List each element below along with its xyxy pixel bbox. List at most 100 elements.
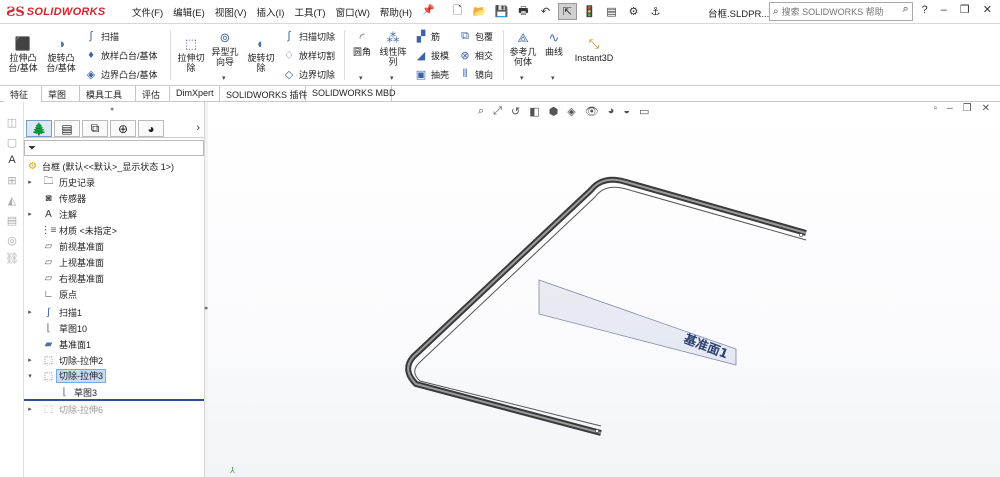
menu-help[interactable]: 帮助(H) <box>380 5 412 19</box>
tab-dimxpert[interactable]: DimXpert <box>170 86 220 102</box>
search-dropdown-icon[interactable]: ⌕ <box>902 3 908 16</box>
expand-arrow-icon[interactable]: ▸ <box>26 356 34 364</box>
draft-button[interactable]: ◢ 拔模 <box>414 47 449 63</box>
graphics-area[interactable]: ⌕ ⤢ ↺ ◧ ⬢ ◈ 👁 ◕ ◒ ▭ ▫ – ❐ ✕ 基准面1 ⅄ <box>208 102 1000 477</box>
menu-tools[interactable]: 工具(T) <box>294 5 325 19</box>
solidworks-logo[interactable]: ƧS SOLIDWORKS <box>6 4 106 20</box>
tree-item-right-plane[interactable]: ▱ 右视基准面 <box>24 270 204 286</box>
more-tabs-chevron-icon[interactable]: › <box>196 122 200 134</box>
intersect-button[interactable]: ⊗ 相交 <box>458 47 493 63</box>
tab-evaluate[interactable]: 评估 <box>136 86 170 102</box>
reference-geometry-dropdown-icon[interactable]: ▾ <box>520 74 524 82</box>
open-folder-icon[interactable]: 📂 <box>470 3 489 20</box>
curves-button[interactable]: ∿ 曲线 <box>540 30 568 57</box>
panel-grip-icon[interactable]: ● <box>110 106 114 113</box>
surface-finish-icon[interactable]: ◭ <box>4 194 20 208</box>
options-gear-icon[interactable]: ⚙ <box>624 3 643 20</box>
save-icon[interactable]: 💾 <box>492 3 511 20</box>
property-manager-tab-icon[interactable]: ▤ <box>54 120 80 137</box>
tree-item-cut-extrude3[interactable]: ▾ ⬚ 切除-拉伸3 <box>24 368 204 384</box>
smart-dimension-icon[interactable]: ◫ <box>4 116 20 130</box>
tree-item-cut-extrude6[interactable]: ▸ ⬚ 切除-拉伸6 <box>24 401 204 417</box>
part-icon[interactable]: ⚓ <box>646 3 665 20</box>
restore-icon[interactable]: ❐ <box>960 3 970 16</box>
fillet-button[interactable]: ◜ 圆角 <box>348 30 376 57</box>
configuration-manager-tab-icon[interactable]: ⧉ <box>82 120 108 137</box>
feature-tree-tab-icon[interactable]: 🌲 <box>26 120 52 137</box>
note-icon[interactable]: ▢ <box>4 136 20 150</box>
menu-insert[interactable]: 插入(I) <box>256 5 284 19</box>
tree-item-sketch10[interactable]: ⌊ 草图10 <box>24 320 204 336</box>
tree-item-sweep1[interactable]: ▸ ∫ 扫描1 <box>24 304 204 320</box>
tab-solidworks-addins[interactable]: SOLIDWORKS 插件 <box>220 86 308 102</box>
menu-edit[interactable]: 编辑(E) <box>173 5 205 19</box>
tree-item-sketch3[interactable]: ⌊ 草图3 <box>24 384 204 400</box>
tab-mold-tools[interactable]: 模具工具 <box>80 86 136 102</box>
mirror-button[interactable]: ⫴ 镜向 <box>458 66 493 82</box>
pin-icon[interactable]: 📌 <box>422 5 434 16</box>
loft-icon: ♦ <box>88 49 94 61</box>
tree-item-material[interactable]: ⋮≡ 材质 <未指定> <box>24 222 204 238</box>
menu-view[interactable]: 视图(V) <box>215 5 247 19</box>
boundary-cut-button[interactable]: ◇ 边界切除 <box>282 66 335 82</box>
curves-dropdown-icon[interactable]: ▾ <box>551 74 555 82</box>
collapse-arrow-icon[interactable]: ▾ <box>26 372 34 380</box>
print-icon[interactable]: 🖶 <box>514 3 533 20</box>
undo-icon[interactable]: ↶ <box>536 3 555 20</box>
weld-symbol-icon[interactable]: ▤ <box>4 214 20 228</box>
datum-target-icon[interactable]: ◎ <box>4 234 20 248</box>
tab-features[interactable]: 特征 <box>4 86 42 102</box>
extrude-boss-button[interactable]: ⬛ 拉伸凸 台/基体 <box>6 36 40 73</box>
tab-solidworks-mbd[interactable]: SOLIDWORKS MBD <box>306 86 396 102</box>
search-input[interactable] <box>781 6 886 17</box>
tree-item-history[interactable]: ▸ 🗀 历史记录 <box>24 174 204 190</box>
instant3d-button[interactable]: ⤡ Instant3D <box>572 36 616 63</box>
pattern-dropdown-icon[interactable]: ▾ <box>390 74 394 82</box>
expand-arrow-icon[interactable]: ▸ <box>26 405 34 413</box>
tree-root-part[interactable]: ⚙ 台框 (默认<<默认>_显示状态 1>) <box>24 158 204 174</box>
boundary-boss-button[interactable]: ◈ 边界凸台/基体 <box>84 66 158 82</box>
new-document-icon[interactable]: 🗋 <box>448 3 467 20</box>
tree-filter-box[interactable]: ⏷ <box>24 140 204 156</box>
loft-cut-button[interactable]: ♢ 放样切割 <box>282 47 335 63</box>
expand-arrow-icon[interactable]: ▸ <box>26 308 34 316</box>
tree-item-sensors[interactable]: ◙ 传感器 <box>24 190 204 206</box>
extrude-cut-button[interactable]: ⬚ 拉伸切 除 <box>174 36 208 73</box>
wrap-button[interactable]: ⧉ 包覆 <box>458 28 493 44</box>
rib-button[interactable]: ▞ 筋 <box>414 28 440 44</box>
tree-item-origin[interactable]: ∟ 原点 <box>24 286 204 302</box>
expand-arrow-icon[interactable]: ▸ <box>26 210 34 218</box>
expand-arrow-icon[interactable]: ▸ <box>26 178 34 186</box>
hole-wizard-button[interactable]: ⊚ 异型孔 向导 <box>208 30 242 67</box>
tree-item-front-plane[interactable]: ▱ 前视基准面 <box>24 238 204 254</box>
tree-item-plane1[interactable]: ▰ 基准面1 <box>24 336 204 352</box>
tree-item-top-plane[interactable]: ▱ 上视基准面 <box>24 254 204 270</box>
file-properties-icon[interactable]: ▤ <box>602 3 621 20</box>
fillet-dropdown-icon[interactable]: ▾ <box>359 74 363 82</box>
tree-item-cut-extrude2[interactable]: ▸ ⬚ 切除-拉伸2 <box>24 352 204 368</box>
menu-file[interactable]: 文件(F) <box>132 5 163 19</box>
shell-button[interactable]: ▣ 抽壳 <box>414 66 449 82</box>
sweep-button[interactable]: ∫ 扫描 <box>84 28 119 44</box>
display-manager-tab-icon[interactable]: ◕ <box>138 120 164 137</box>
rebuild-icon[interactable]: 🚦 <box>580 3 599 20</box>
select-cursor-icon[interactable]: ⇱ <box>558 3 577 20</box>
menu-window[interactable]: 窗口(W) <box>336 5 370 19</box>
close-icon[interactable]: ✕ <box>983 3 992 16</box>
hole-wizard-dropdown-icon[interactable]: ▾ <box>222 74 226 82</box>
revolve-boss-button[interactable]: ◑ 旋转凸 台/基体 <box>44 36 78 73</box>
datum-icon[interactable]: ⊞ <box>4 174 20 188</box>
linear-pattern-button[interactable]: ⁂ 线性阵 列 <box>376 30 410 67</box>
rollback-bar[interactable] <box>24 399 204 401</box>
revolve-cut-button[interactable]: ◐ 旋转切 除 <box>244 36 278 73</box>
help-icon[interactable]: ? <box>922 4 928 16</box>
tab-sketch[interactable]: 草图 <box>42 86 80 102</box>
dimxpert-manager-tab-icon[interactable]: ⊕ <box>110 120 136 137</box>
minimize-icon[interactable]: – <box>941 4 947 16</box>
loft-boss-button[interactable]: ♦ 放样凸台/基体 <box>84 47 157 63</box>
text-annotation-icon[interactable]: A <box>4 154 20 168</box>
reference-geometry-button[interactable]: ⟁ 参考几 何体 <box>506 30 540 67</box>
link-icon[interactable]: ⛓ <box>4 252 20 266</box>
sweep-cut-button[interactable]: ∫ 扫描切除 <box>282 28 335 44</box>
tree-item-annotations[interactable]: ▸ A 注解 <box>24 206 204 222</box>
